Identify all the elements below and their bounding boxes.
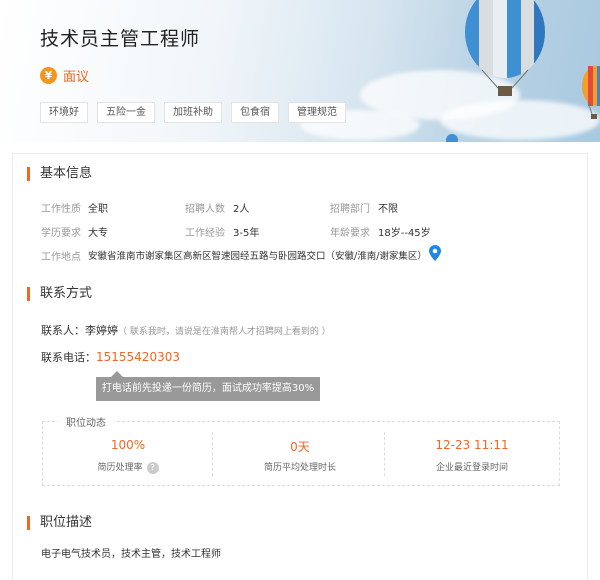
location-label: 工作地点	[41, 252, 81, 263]
benefit-tag: 包食宿	[231, 102, 279, 123]
field-label: 工作经验	[185, 228, 225, 239]
benefit-tag: 环境好	[40, 102, 88, 123]
field-label: 招聘部门	[330, 204, 370, 215]
stat-resume-rate: 100% 简历处理率?	[42, 438, 214, 474]
phone-tip-tooltip: 打电话前先投递一份简历，面试成功率提高30%	[96, 377, 320, 401]
job-dynamics-title: 职位动态	[58, 414, 114, 429]
stat-label: 企业最近登录时间	[435, 463, 508, 473]
stat-value: 0天	[290, 440, 310, 454]
job-title: 技术员主管工程师	[40, 28, 201, 50]
stat-label: 简历平均处理时长	[263, 463, 336, 473]
contact-phone: 联系电话：15155420303	[41, 349, 180, 365]
stat-last-login: 12-23 11:11 企业最近登录时间	[386, 438, 558, 473]
field-value: 2人	[233, 204, 250, 215]
distant-balloon-icon	[446, 134, 458, 142]
field-value: 不限	[378, 204, 398, 215]
benefit-tags: 环境好 五险一金 加班补助 包食宿 管理规范	[40, 102, 346, 123]
field-value: 3-5年	[233, 228, 260, 239]
contact-note: （ 联系我时，请说是在淮南帮人才招聘网上看到的 ）	[118, 327, 331, 337]
field-value: 18岁--45岁	[378, 228, 431, 239]
location-pin-icon[interactable]	[429, 245, 441, 261]
small-balloon-icon	[582, 66, 600, 119]
benefit-tag: 管理规范	[288, 102, 346, 123]
stat-label-text: 简历处理率	[97, 463, 143, 473]
job-detail-panel: 基本信息 工作性质 全职 招聘人数 2人 招聘部门 不限 学历要求 大专 工作经…	[12, 153, 588, 580]
contact-title: 联系方式	[27, 287, 92, 301]
benefit-tag: 五险一金	[97, 102, 155, 123]
field-label: 年龄要求	[330, 228, 370, 239]
field-label: 工作性质	[41, 204, 81, 215]
stat-divider	[384, 432, 385, 476]
stat-avg-time: 0天 简历平均处理时长	[214, 438, 386, 473]
salary-text: 面议	[63, 70, 90, 85]
location-value: 安徽省淮南市谢家集区高新区智速园经五路与卧园路交口（安徽/淮南/谢家集区）	[88, 251, 427, 262]
field-label: 招聘人数	[185, 204, 225, 215]
job-description-text: 电子电气技术员，技术主管，技术工程师	[41, 549, 221, 560]
help-icon[interactable]: ?	[146, 461, 159, 474]
field-label: 学历要求	[41, 228, 81, 239]
phone-label: 联系电话：	[41, 351, 96, 364]
contact-person-label: 联系人：	[41, 324, 85, 337]
hot-air-balloon-icon	[465, 0, 545, 96]
stat-value: 12-23 11:11	[435, 438, 509, 452]
phone-number[interactable]: 15155420303	[96, 350, 180, 364]
field-value: 全职	[88, 204, 108, 215]
field-value: 大专	[88, 228, 108, 239]
stat-label: 简历处理率?	[42, 460, 214, 474]
job-description-title: 职位描述	[27, 516, 92, 530]
contact-person-name: 李婷婷	[85, 324, 118, 337]
salary: ¥ 面议	[40, 66, 89, 85]
contact-person: 联系人：李婷婷（ 联系我时，请说是在淮南帮人才招聘网上看到的 ）	[41, 322, 331, 338]
benefit-tag: 加班补助	[164, 102, 222, 123]
job-header-banner: 技术员主管工程师 ¥ 面议 环境好 五险一金 加班补助 包食宿 管理规范	[0, 0, 600, 142]
basic-info-title: 基本信息	[27, 167, 92, 181]
stat-divider	[212, 432, 213, 476]
yen-icon: ¥	[40, 67, 57, 84]
stat-value: 100%	[110, 438, 146, 452]
cloud-decoration	[440, 100, 600, 140]
